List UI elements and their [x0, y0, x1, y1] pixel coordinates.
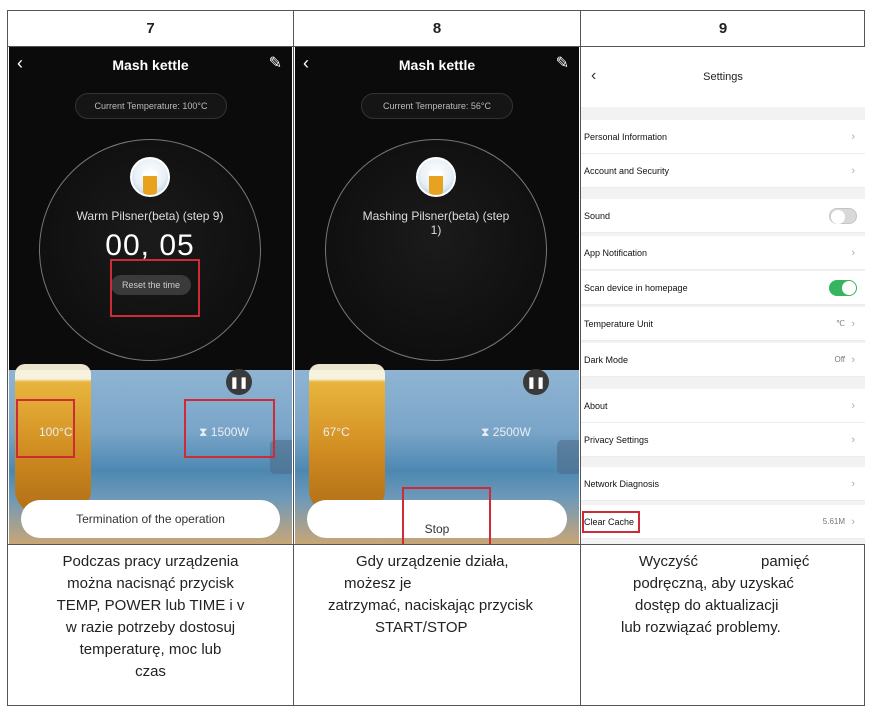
highlight-power [184, 399, 275, 458]
row-label: App Notification [584, 247, 648, 258]
step-number-8: 8 [432, 20, 442, 37]
row-sound: Sound [581, 199, 865, 233]
highlight-stop [402, 487, 491, 544]
cache-size-value: 5.61M [822, 517, 845, 526]
caption-line: START/STOP [375, 619, 468, 636]
caption-line: możesz je [344, 575, 412, 592]
chevron-right-icon: › [851, 433, 855, 446]
countdown-timer[interactable]: 00, 05 [39, 229, 261, 263]
caption-8: Gdy urządzenie działa, możesz je zatrzym… [294, 551, 580, 639]
caption-line: zatrzymać, naciskając przycisk [328, 597, 534, 614]
settings-screen-9: Settings ‹ Personal Information › Account… [581, 47, 865, 544]
row-label: Dark Mode [584, 354, 629, 365]
caption-line: lub rozwiązać problemy. [621, 619, 781, 636]
highlight-reset [110, 259, 200, 317]
screen-title: Mash kettle [398, 57, 476, 73]
caption-line: TEMP, POWER lub TIME i v [56, 597, 245, 614]
settings-title: Settings [581, 47, 865, 107]
temperature-value[interactable]: 67°C [323, 425, 350, 439]
back-icon[interactable]: ‹ [17, 53, 23, 74]
side-tab[interactable] [557, 440, 579, 474]
current-temperature: Current Temperature: 56°C [361, 93, 513, 119]
edit-icon[interactable]: ✎ [269, 53, 282, 73]
caption-line: Podczas pracy urządzenia [62, 553, 239, 570]
step-number-7: 7 [146, 20, 155, 37]
caption-divider [8, 544, 864, 545]
instruction-table: 7 8 9 Mash kettle ‹ ✎ Current Temperatur… [7, 10, 865, 706]
power-value[interactable]: ⧗ 2500W [481, 425, 531, 440]
back-icon[interactable]: ‹ [303, 53, 309, 74]
row-label: Sound [584, 210, 611, 221]
row-app-notification[interactable]: App Notification › [581, 236, 865, 270]
chevron-right-icon: › [851, 164, 855, 177]
caption-line: w razie potrzeby dostosuj [65, 619, 236, 636]
row-label: Scan device in homepage [584, 282, 688, 293]
dark-mode-value: Off [834, 355, 845, 364]
caption-word: pamięć [761, 553, 810, 570]
row-label: Temperature Unit [584, 318, 654, 329]
temperature-unit-value: ℃ [836, 319, 845, 328]
highlight-clear-cache [582, 511, 640, 533]
phone-screen-7: Mash kettle ‹ ✎ Current Temperature: 100… [9, 47, 292, 544]
chevron-right-icon: › [851, 399, 855, 412]
step-label-line2: 1) [430, 223, 442, 237]
row-label: Account and Security [584, 165, 670, 176]
row-label: Privacy Settings [584, 434, 649, 445]
pause-icon[interactable]: ❚❚ [523, 369, 549, 395]
caption-line: Gdy urządzenie działa, [356, 553, 509, 570]
chevron-right-icon: › [851, 246, 855, 259]
back-icon[interactable]: ‹ [591, 67, 596, 85]
row-privacy-settings[interactable]: Privacy Settings › [581, 423, 865, 457]
screen-title: Mash kettle [112, 57, 189, 73]
step-label-line1: Mashing Pilsner(beta) (step [362, 209, 510, 223]
hourglass-icon: ⧗ [481, 425, 493, 439]
recipe-avatar [416, 157, 456, 197]
caption-9: Wyczyść pamięć podręczną, aby uzyskać do… [581, 551, 865, 639]
row-label: Network Diagnosis [584, 478, 660, 489]
chevron-right-icon: › [851, 353, 855, 366]
caption-line: można nacisnąć przycisk [67, 575, 234, 592]
chevron-right-icon: › [851, 515, 855, 528]
phone-screen-8: Mash kettle ‹ ✎ Current Temperature: 56°… [295, 47, 579, 544]
caption-word: Wyczyść [639, 553, 699, 570]
termination-button[interactable]: Termination of the operation [21, 500, 280, 538]
scan-toggle[interactable] [829, 279, 857, 296]
step-number-9: 9 [718, 20, 728, 37]
chevron-right-icon: › [851, 477, 855, 490]
row-dark-mode[interactable]: Dark Mode Off › [581, 343, 865, 377]
caption-line: dostęp do aktualizacji [635, 597, 779, 614]
row-scan-device: Scan device in homepage [581, 271, 865, 305]
pause-icon[interactable]: ❚❚ [226, 369, 252, 395]
highlight-temperature [16, 399, 75, 458]
caption-line: podręczną, aby uzyskać [633, 575, 794, 592]
caption-line: czas [135, 663, 166, 680]
row-label: Personal Information [584, 131, 668, 142]
chevron-right-icon: › [851, 130, 855, 143]
edit-icon[interactable]: ✎ [556, 53, 569, 73]
power-label: 2500W [492, 425, 531, 439]
row-network-diagnosis[interactable]: Network Diagnosis › [581, 467, 865, 501]
row-account-security[interactable]: Account and Security › [581, 154, 865, 188]
row-temperature-unit[interactable]: Temperature Unit ℃ › [581, 307, 865, 341]
row-about[interactable]: About › [581, 389, 865, 423]
caption-line: Wyczyść pamięć [581, 551, 865, 573]
caption-7: Podczas pracy urządzenia można nacisnąć … [8, 551, 293, 683]
chevron-right-icon: › [851, 317, 855, 330]
row-personal-information[interactable]: Personal Information › [581, 120, 865, 154]
step-label: Warm Pilsner(beta) (step 9) [76, 209, 224, 223]
beer-glass-image [309, 364, 385, 514]
row-label: About [584, 400, 608, 411]
caption-line: temperaturę, moc lub [79, 641, 222, 658]
sound-toggle[interactable] [829, 207, 857, 224]
current-temperature: Current Temperature: 100°C [75, 93, 227, 119]
recipe-avatar [130, 157, 170, 197]
